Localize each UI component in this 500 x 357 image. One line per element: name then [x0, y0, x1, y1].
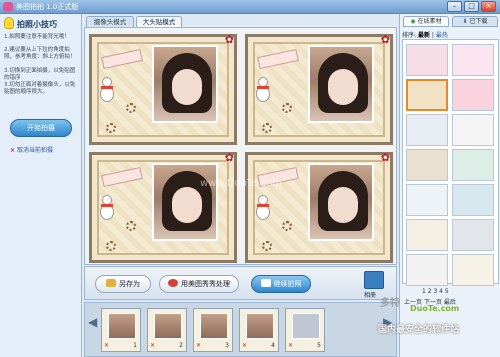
thumbnail-strip: ◀ ✕ 1 ✕ 2 ✕ 3 ✕ 4 ✕ 5 ▶ — [84, 302, 397, 357]
photo — [152, 45, 218, 123]
photo — [308, 45, 374, 123]
material-thumbnail[interactable] — [452, 219, 494, 251]
material-thumbnail[interactable] — [452, 184, 494, 216]
cancel-capture-label: 取消当前拍摄 — [17, 147, 54, 154]
tips-title: 拍照小技巧 — [17, 20, 57, 29]
save-as-label: 另存为 — [119, 280, 140, 288]
lightbulb-icon — [4, 17, 14, 29]
flower-decoration — [262, 123, 272, 133]
album-icon[interactable] — [364, 271, 384, 289]
delete-icon[interactable]: ✕ — [196, 342, 201, 349]
photo-frame[interactable]: ✿ — [245, 151, 393, 263]
sort-row: 排序: 最新 | 最热 — [402, 32, 448, 39]
delete-icon[interactable]: ✕ — [288, 342, 293, 349]
edit-in-meitu-button[interactable]: 用美图秀秀处理 — [159, 275, 239, 293]
bow-decoration: ✿ — [224, 151, 234, 164]
flower-decoration — [282, 103, 292, 113]
minimize-button[interactable]: – — [447, 1, 462, 12]
thumbnail[interactable]: ✕ 1 — [101, 308, 141, 352]
tab-camera-mode[interactable]: 摄像头模式 — [86, 16, 134, 27]
thumbnail[interactable]: ✕ 3 — [193, 308, 233, 352]
snowman-decoration — [100, 195, 114, 221]
bow-decoration: ✿ — [380, 33, 390, 46]
meitu-icon — [168, 279, 178, 287]
material-thumbnail[interactable] — [406, 114, 448, 146]
tab-photo-sticker-mode[interactable]: 大头贴模式 — [136, 16, 182, 27]
thumbnail[interactable]: ✕ 5 — [285, 308, 325, 352]
title-bar: 美图拍拍 1.0正式版 – □ × — [0, 0, 500, 14]
delete-icon[interactable]: ✕ — [104, 342, 109, 349]
material-thumbnail[interactable] — [452, 149, 494, 181]
flower-decoration — [262, 241, 272, 251]
material-thumbnail[interactable] — [406, 184, 448, 216]
bow-decoration: ✿ — [380, 151, 390, 164]
material-thumbnail[interactable] — [406, 149, 448, 181]
delete-icon[interactable]: ✕ — [150, 342, 155, 349]
action-toolbar: 另存为 用美图秀秀处理 继续拍照 相册 — [84, 266, 397, 300]
snowman-decoration — [100, 77, 114, 103]
page-numbers[interactable]: 1 2 3 4 5 — [422, 288, 449, 295]
maximize-button[interactable]: □ — [464, 1, 479, 12]
close-button[interactable]: × — [481, 1, 496, 12]
tip-item: 3.切换到正面拍摄，以免贴图的错序 — [4, 68, 76, 81]
window-title: 美图拍拍 1.0正式版 — [16, 3, 79, 11]
tip-item: 3.切勿正面对着摄像头，以免贴图的顺序很大。 — [4, 82, 76, 95]
tip-item: 2.建议要从上下拉的角度拍照，参考角度：斜上方俯拍！ — [4, 47, 76, 60]
tab-downloaded[interactable]: ⬇ 已下载 — [452, 16, 498, 27]
edit-in-meitu-label: 用美图秀秀处理 — [181, 280, 230, 288]
photo-canvas[interactable]: ✿ ✿ ✿ ✿ — [84, 27, 397, 265]
flower-decoration — [106, 241, 116, 251]
flower-decoration — [106, 123, 116, 133]
save-as-button[interactable]: 另存为 — [95, 275, 151, 293]
photo — [152, 163, 218, 241]
tip-item: 1.拍照要注意不能背光哦！ — [4, 34, 70, 40]
tips-panel: 拍照小技巧 1.拍照要注意不能背光哦！ 2.建议要从上下拉的角度拍照，参考角度：… — [0, 14, 82, 357]
cancel-capture-link[interactable]: × 取消当前拍摄 — [10, 145, 53, 154]
delete-icon[interactable]: ✕ — [242, 342, 247, 349]
photo-frame[interactable]: ✿ — [245, 33, 393, 145]
material-thumbnail[interactable] — [452, 44, 494, 76]
app-icon — [3, 2, 13, 12]
flower-decoration — [126, 221, 136, 231]
album-label: 相册 — [364, 292, 377, 299]
flower-decoration — [126, 103, 136, 113]
snowman-decoration — [256, 195, 270, 221]
sort-hot[interactable]: 最热 — [436, 32, 448, 39]
sort-newest[interactable]: 最新 — [418, 32, 430, 39]
download-icon: ⬇ — [462, 18, 468, 25]
material-thumbnail[interactable] — [406, 44, 448, 76]
globe-icon: ◉ — [410, 18, 416, 25]
folder-icon — [106, 279, 116, 287]
photo — [308, 163, 374, 241]
material-thumbnail[interactable] — [406, 219, 448, 251]
thumbnail[interactable]: ✕ 4 — [239, 308, 279, 352]
watermark-slogan: 国内最安全的软件站 — [378, 325, 460, 335]
photo-frame[interactable]: ✿ — [89, 33, 237, 145]
material-thumbnail[interactable] — [406, 254, 448, 286]
watermark-url: DuoTe.com — [410, 304, 460, 313]
continue-capture-label: 继续拍照 — [273, 280, 302, 288]
material-thumbnail[interactable] — [452, 79, 494, 111]
material-thumbnail-selected[interactable] — [406, 79, 448, 111]
scroll-left-arrow-icon[interactable]: ◀ — [88, 315, 97, 329]
watermark-center: www.DuoTe.com — [200, 178, 283, 189]
close-icon: × — [10, 147, 16, 154]
material-grid — [402, 39, 499, 286]
material-thumbnail[interactable] — [452, 114, 494, 146]
watermark-brand: 多特 — [380, 298, 400, 309]
continue-capture-button[interactable]: 继续拍照 — [251, 275, 311, 293]
camera-icon — [260, 279, 271, 287]
photo-frame[interactable]: ✿ — [89, 151, 237, 263]
bow-decoration: ✿ — [224, 33, 234, 46]
flower-decoration — [282, 221, 292, 231]
tab-online-material[interactable]: ◉ 在线素材 — [403, 16, 449, 27]
thumbnail[interactable]: ✕ 2 — [147, 308, 187, 352]
material-thumbnail[interactable] — [452, 254, 494, 286]
start-capture-button[interactable]: 开始拍摄 — [10, 119, 72, 137]
snowman-decoration — [256, 77, 270, 103]
